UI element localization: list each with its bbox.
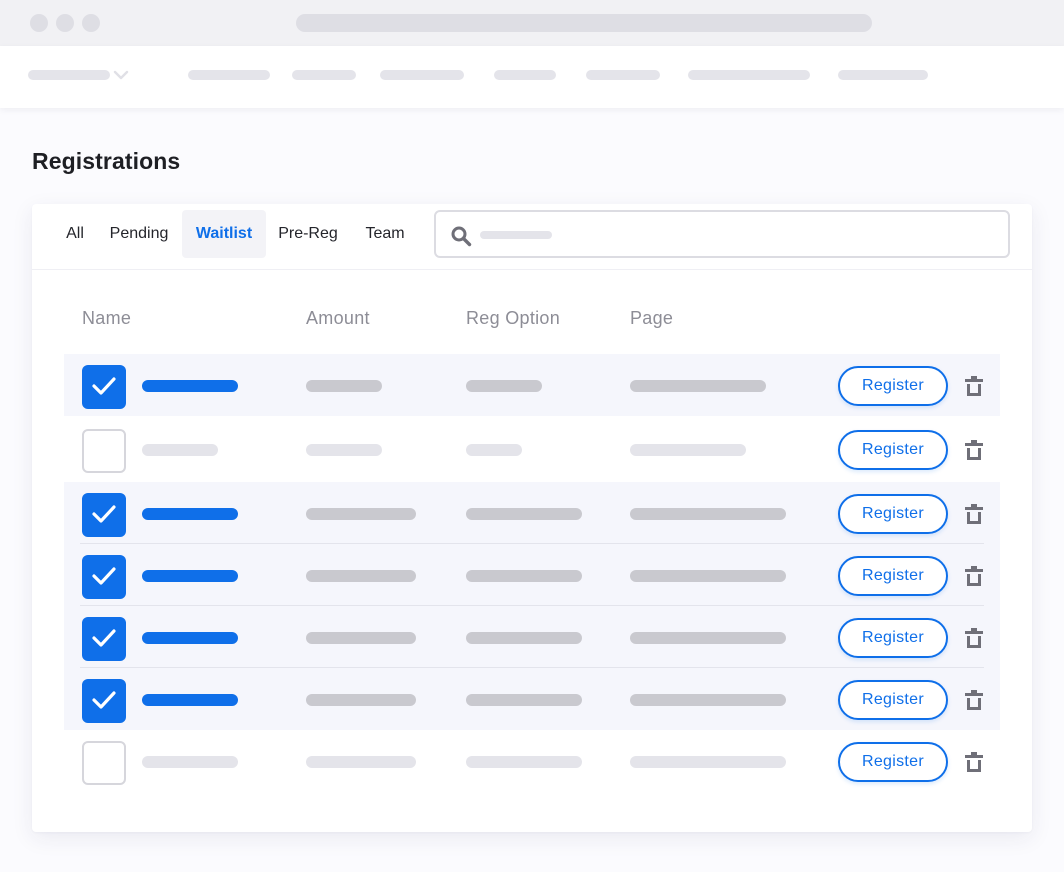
trash-icon[interactable] — [964, 688, 984, 712]
register-button[interactable]: Register — [838, 366, 948, 406]
table-row[interactable]: Register — [64, 730, 1000, 792]
name-placeholder[interactable] — [142, 756, 238, 768]
page-placeholder — [630, 756, 786, 768]
page-placeholder — [630, 632, 786, 644]
amount-placeholder — [306, 508, 416, 520]
checkmark-icon — [92, 691, 116, 709]
register-button[interactable]: Register — [838, 494, 948, 534]
trash-icon[interactable] — [964, 502, 984, 526]
name-placeholder[interactable] — [142, 508, 238, 520]
chevron-down-icon[interactable] — [112, 66, 130, 84]
column-header-reg-option[interactable]: Reg Option — [466, 308, 560, 329]
register-button[interactable]: Register — [838, 742, 948, 782]
amount-placeholder — [306, 632, 416, 644]
register-button[interactable]: Register — [838, 618, 948, 658]
amount-placeholder — [306, 380, 382, 392]
address-bar[interactable] — [296, 14, 872, 32]
row-checkbox[interactable] — [82, 617, 126, 661]
nav-item[interactable] — [188, 70, 270, 80]
table-row[interactable]: Register — [64, 606, 1000, 668]
trash-icon[interactable] — [964, 750, 984, 774]
row-checkbox[interactable] — [82, 365, 126, 409]
row-checkbox[interactable] — [82, 741, 126, 785]
nav-item[interactable] — [586, 70, 660, 80]
trash-icon[interactable] — [964, 626, 984, 650]
table-row[interactable]: Register — [64, 668, 1000, 730]
nav-item[interactable] — [838, 70, 928, 80]
name-placeholder[interactable] — [142, 380, 238, 392]
nav-item[interactable] — [494, 70, 556, 80]
column-header-name[interactable]: Name — [82, 308, 131, 329]
row-checkbox[interactable] — [82, 429, 126, 473]
row-checkbox[interactable] — [82, 679, 126, 723]
column-header-page[interactable]: Page — [630, 308, 673, 329]
nav-account-menu[interactable] — [28, 70, 110, 80]
trash-icon[interactable] — [964, 374, 984, 398]
page-placeholder — [630, 570, 786, 582]
table-row[interactable]: Register — [64, 482, 1000, 544]
reg-option-placeholder — [466, 444, 522, 456]
tab-team[interactable]: Team — [356, 210, 414, 258]
checkmark-icon — [92, 505, 116, 523]
checkmark-icon — [92, 567, 116, 585]
row-checkbox[interactable] — [82, 493, 126, 537]
search-icon — [451, 226, 472, 247]
search-placeholder — [480, 231, 552, 239]
reg-option-placeholder — [466, 632, 582, 644]
table-row[interactable]: Register — [64, 544, 1000, 606]
browser-chrome — [0, 0, 1064, 46]
name-placeholder[interactable] — [142, 694, 238, 706]
window-dot-maximize[interactable] — [82, 14, 100, 32]
reg-option-placeholder — [466, 756, 582, 768]
top-nav — [0, 46, 1064, 108]
reg-option-placeholder — [466, 508, 582, 520]
page-placeholder — [630, 508, 786, 520]
tab-pre-reg[interactable]: Pre-Reg — [270, 210, 346, 258]
window-dot-close[interactable] — [30, 14, 48, 32]
page-placeholder — [630, 694, 786, 706]
page-title: Registrations — [32, 148, 181, 174]
trash-icon[interactable] — [964, 564, 984, 588]
register-button[interactable]: Register — [838, 680, 948, 720]
nav-item[interactable] — [292, 70, 356, 80]
register-button[interactable]: Register — [838, 556, 948, 596]
amount-placeholder — [306, 444, 382, 456]
table-row[interactable]: Register — [64, 418, 1000, 480]
reg-option-placeholder — [466, 380, 542, 392]
nav-item[interactable] — [688, 70, 810, 80]
search-input[interactable] — [434, 210, 1010, 258]
tab-bar: All Pending Waitlist Pre-Reg Team — [32, 204, 1032, 270]
trash-icon[interactable] — [964, 438, 984, 462]
table-row[interactable]: Register — [64, 354, 1000, 416]
reg-option-placeholder — [466, 570, 582, 582]
tab-all[interactable]: All — [56, 210, 94, 258]
reg-option-placeholder — [466, 694, 582, 706]
nav-item[interactable] — [380, 70, 464, 80]
page-placeholder — [630, 380, 766, 392]
tab-pending[interactable]: Pending — [102, 210, 176, 258]
page-placeholder — [630, 444, 746, 456]
amount-placeholder — [306, 570, 416, 582]
name-placeholder[interactable] — [142, 632, 238, 644]
window-dot-minimize[interactable] — [56, 14, 74, 32]
checkmark-icon — [92, 629, 116, 647]
register-button[interactable]: Register — [838, 430, 948, 470]
name-placeholder[interactable] — [142, 570, 238, 582]
row-checkbox[interactable] — [82, 555, 126, 599]
registrations-card: All Pending Waitlist Pre-Reg Team Name A… — [32, 204, 1032, 832]
checkmark-icon — [92, 377, 116, 395]
tab-waitlist[interactable]: Waitlist — [182, 210, 266, 258]
name-placeholder[interactable] — [142, 444, 218, 456]
amount-placeholder — [306, 694, 416, 706]
amount-placeholder — [306, 756, 416, 768]
column-header-amount[interactable]: Amount — [306, 308, 370, 329]
